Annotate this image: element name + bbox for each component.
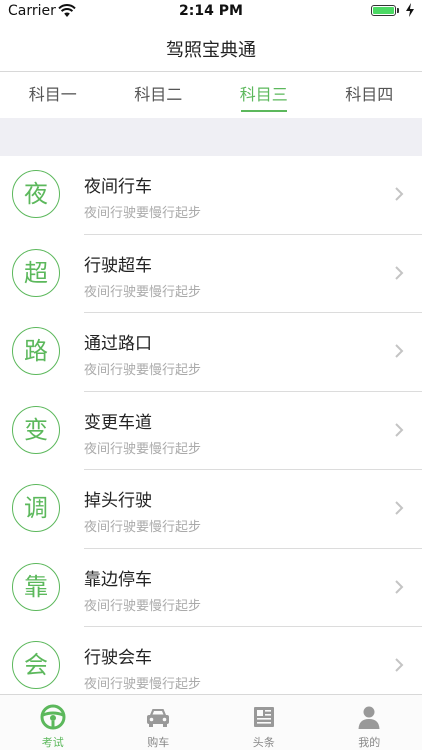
tabbar-item-buy-car[interactable]: 购车 — [106, 695, 212, 750]
lesson-subtitle: 夜间行驶要慢行起步 — [84, 206, 202, 221]
app-screen: Carrier 2:14 PM 驾照宝典通 科目一 科目二 科目三 科目四 夜 … — [0, 0, 422, 750]
tabbar-label: 购车 — [147, 736, 170, 749]
tabbar-item-exam[interactable]: 考试 — [0, 695, 106, 750]
navigation-bar: 驾照宝典通 — [0, 22, 422, 72]
chevron-right-icon — [395, 422, 404, 437]
list-item-pull-over[interactable]: 靠 靠边停车 夜间行驶要慢行起步 — [0, 549, 422, 627]
car-icon — [147, 709, 170, 727]
battery-tip — [397, 8, 399, 13]
tab-subject-1[interactable]: 科目一 — [0, 72, 106, 118]
tab-label: 科目二 — [134, 85, 183, 104]
tab-subject-3[interactable]: 科目三 — [211, 72, 317, 118]
lesson-title: 通过路口 — [84, 334, 152, 354]
tabbar-label: 我的 — [358, 736, 381, 749]
status-time: 2:14 PM — [179, 3, 243, 19]
status-bar: Carrier 2:14 PM — [0, 0, 422, 22]
tabbar-label: 考试 — [41, 736, 64, 749]
lesson-subtitle: 夜间行驶要慢行起步 — [84, 284, 202, 300]
tab-subject-4[interactable]: 科目四 — [317, 72, 422, 118]
lesson-badge: 变 — [12, 405, 60, 454]
tab-label: 科目三 — [239, 85, 288, 104]
steering-wheel-icon — [40, 704, 66, 730]
lesson-title: 变更车道 — [84, 412, 152, 433]
lesson-subtitle: 夜间行驶要慢行起步 — [84, 363, 202, 378]
lesson-title: 靠边停车 — [84, 569, 152, 590]
chevron-right-icon — [395, 579, 404, 594]
lesson-subtitle: 夜间行驶要慢行起步 — [84, 441, 202, 457]
chevron-right-icon — [395, 501, 404, 515]
lesson-badge: 会 — [12, 641, 60, 689]
tab-label: 科目四 — [345, 85, 394, 104]
lesson-title: 掉头行驶 — [84, 491, 152, 511]
active-tab-indicator — [240, 110, 287, 112]
tab-label: 科目一 — [28, 85, 77, 104]
lesson-title: 行驶会车 — [84, 648, 152, 668]
lesson-badge: 靠 — [12, 562, 60, 611]
person-icon — [358, 706, 380, 729]
list-item-intersection[interactable]: 路 通过路口 夜间行驶要慢行起步 — [0, 313, 422, 392]
lesson-badge: 调 — [12, 484, 60, 532]
chevron-right-icon — [395, 344, 404, 358]
lesson-subtitle: 夜间行驶要慢行起步 — [84, 520, 202, 535]
lesson-title: 夜间行车 — [84, 177, 152, 197]
lesson-title: 行驶超车 — [84, 255, 152, 276]
chevron-right-icon — [395, 658, 404, 672]
subject-tabs: 科目一 科目二 科目三 科目四 — [0, 72, 422, 118]
lesson-badge: 夜 — [12, 170, 60, 218]
lesson-subtitle: 夜间行驶要慢行起步 — [84, 598, 202, 614]
bottom-tab-bar: 考试 购车 头条 我的 — [0, 694, 422, 750]
list-item-lane-change[interactable]: 变 变更车道 夜间行驶要慢行起步 — [0, 392, 422, 470]
list-item-overtaking[interactable]: 超 行驶超车 夜间行驶要慢行起步 — [0, 235, 422, 313]
newspaper-icon — [253, 707, 274, 727]
list-item-u-turn[interactable]: 调 掉头行驶 夜间行驶要慢行起步 — [0, 470, 422, 549]
list-item-passing-oncoming[interactable]: 会 行驶会车 夜间行驶要慢行起步 — [0, 627, 422, 694]
battery-icon — [371, 5, 396, 16]
tabbar-item-headlines[interactable]: 头条 — [211, 695, 317, 750]
page-title: 驾照宝典通 — [166, 40, 256, 61]
lesson-badge: 路 — [12, 327, 60, 375]
tabbar-label: 头条 — [252, 736, 275, 749]
tabbar-item-mine[interactable]: 我的 — [317, 695, 422, 750]
tab-subject-2[interactable]: 科目二 — [106, 72, 212, 118]
lesson-badge: 超 — [12, 248, 60, 297]
charging-bolt-icon — [406, 3, 414, 17]
list-item-night-driving[interactable]: 夜 夜间行车 夜间行驶要慢行起步 — [0, 156, 422, 235]
lesson-list: 夜 夜间行车 夜间行驶要慢行起步 超 行驶超车 夜间行驶要慢行起步 路 通过路口… — [0, 156, 422, 694]
section-spacer — [0, 118, 422, 156]
lesson-subtitle: 夜间行驶要慢行起步 — [84, 677, 202, 692]
chevron-right-icon — [395, 187, 404, 201]
chevron-right-icon — [395, 265, 404, 280]
